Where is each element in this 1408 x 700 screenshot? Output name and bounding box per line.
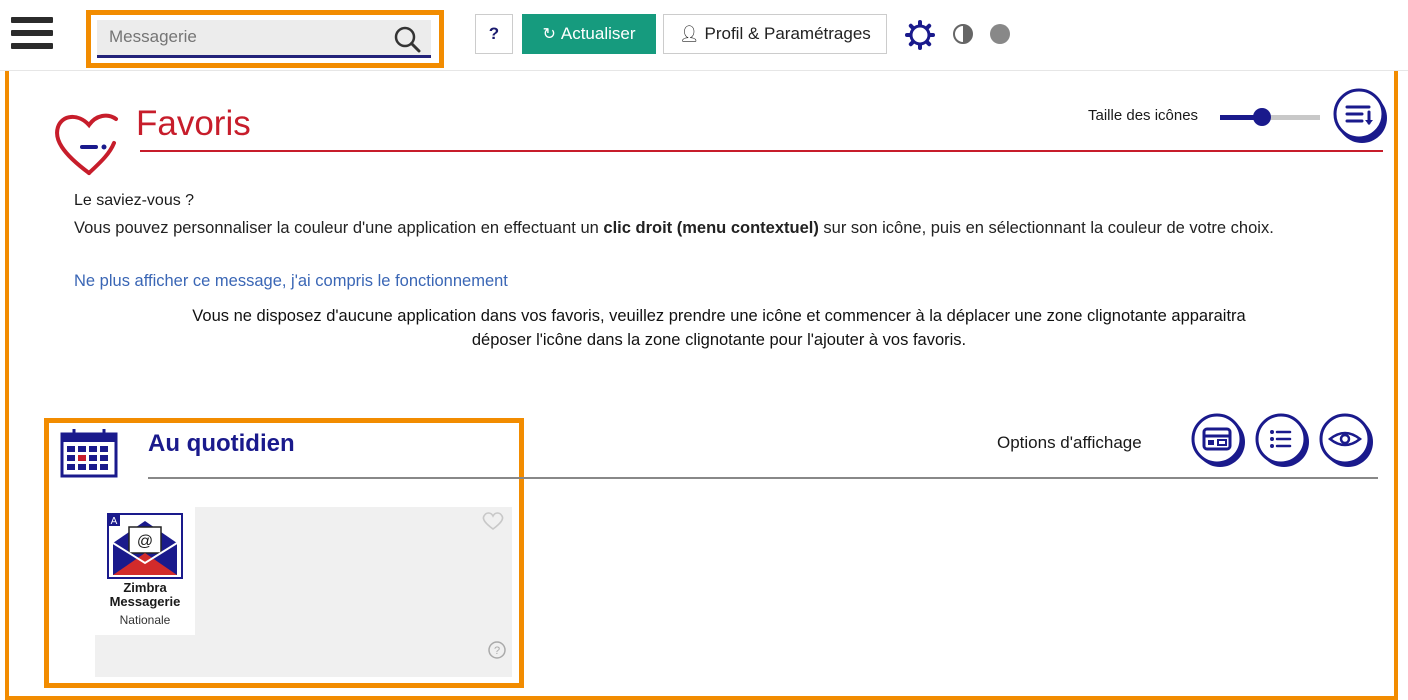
dismiss-tip-link[interactable]: Ne plus afficher ce message, j'ai compri…: [74, 272, 508, 291]
sort-button[interactable]: [1332, 88, 1388, 144]
title-divider: [140, 150, 1383, 152]
top-bar: ? ↻ Actualiser 👤︎ Profil & Paramétrages: [0, 0, 1408, 71]
empty-favorites-message: Vous ne disposez d'aucune application da…: [192, 307, 1246, 349]
slider-handle[interactable]: [1253, 108, 1271, 126]
help-button[interactable]: ?: [475, 14, 513, 54]
settings-gear-icon[interactable]: [905, 20, 935, 50]
app-subtitle: Nationale: [119, 613, 171, 627]
mail-envelope-icon: A @: [107, 513, 183, 579]
contrast-icon[interactable]: [953, 24, 973, 44]
search-field: [97, 20, 431, 58]
app-help-icon[interactable]: ?: [487, 640, 507, 660]
app-name: Zimbra Messagerie: [109, 580, 181, 609]
tip-body: Vous pouvez personnaliser la couleur d'u…: [74, 219, 1274, 237]
card-view-button[interactable]: [1190, 412, 1246, 468]
profile-label: Profil & Paramétrages: [704, 24, 871, 43]
page-title: Favoris: [136, 104, 251, 143]
menu-icon[interactable]: [11, 17, 53, 57]
refresh-icon: ↻: [542, 26, 556, 43]
add-favorite-heart-icon[interactable]: [481, 511, 505, 531]
profile-button[interactable]: 👤︎ Profil & Paramétrages: [663, 14, 887, 54]
tip-title: Le saviez-vous ?: [74, 192, 195, 209]
theme-dot-icon[interactable]: [990, 24, 1010, 44]
search-highlight: [86, 10, 444, 68]
app-tile-zimbra[interactable]: A @ Zimbra Messagerie Nationale: [95, 507, 195, 635]
section-divider: [148, 477, 1378, 479]
search-icon[interactable]: [393, 25, 421, 53]
visibility-button[interactable]: [1318, 412, 1374, 468]
list-view-button[interactable]: [1254, 412, 1310, 468]
display-options-label: Options d'affichage: [997, 433, 1142, 452]
user-icon: 👤︎: [679, 26, 700, 43]
icon-size-slider[interactable]: [1220, 108, 1320, 126]
section-title: Au quotidien: [148, 430, 295, 457]
calendar-icon: [60, 429, 118, 478]
svg-text:?: ?: [494, 645, 500, 657]
refresh-label: Actualiser: [560, 24, 636, 43]
app-badge: A: [111, 516, 118, 527]
icon-size-label: Taille des icônes: [1088, 107, 1199, 124]
search-input[interactable]: [107, 20, 381, 54]
favorites-heart-icon: [55, 113, 118, 175]
refresh-button[interactable]: ↻ Actualiser: [522, 14, 656, 54]
svg-text:@: @: [137, 533, 153, 550]
